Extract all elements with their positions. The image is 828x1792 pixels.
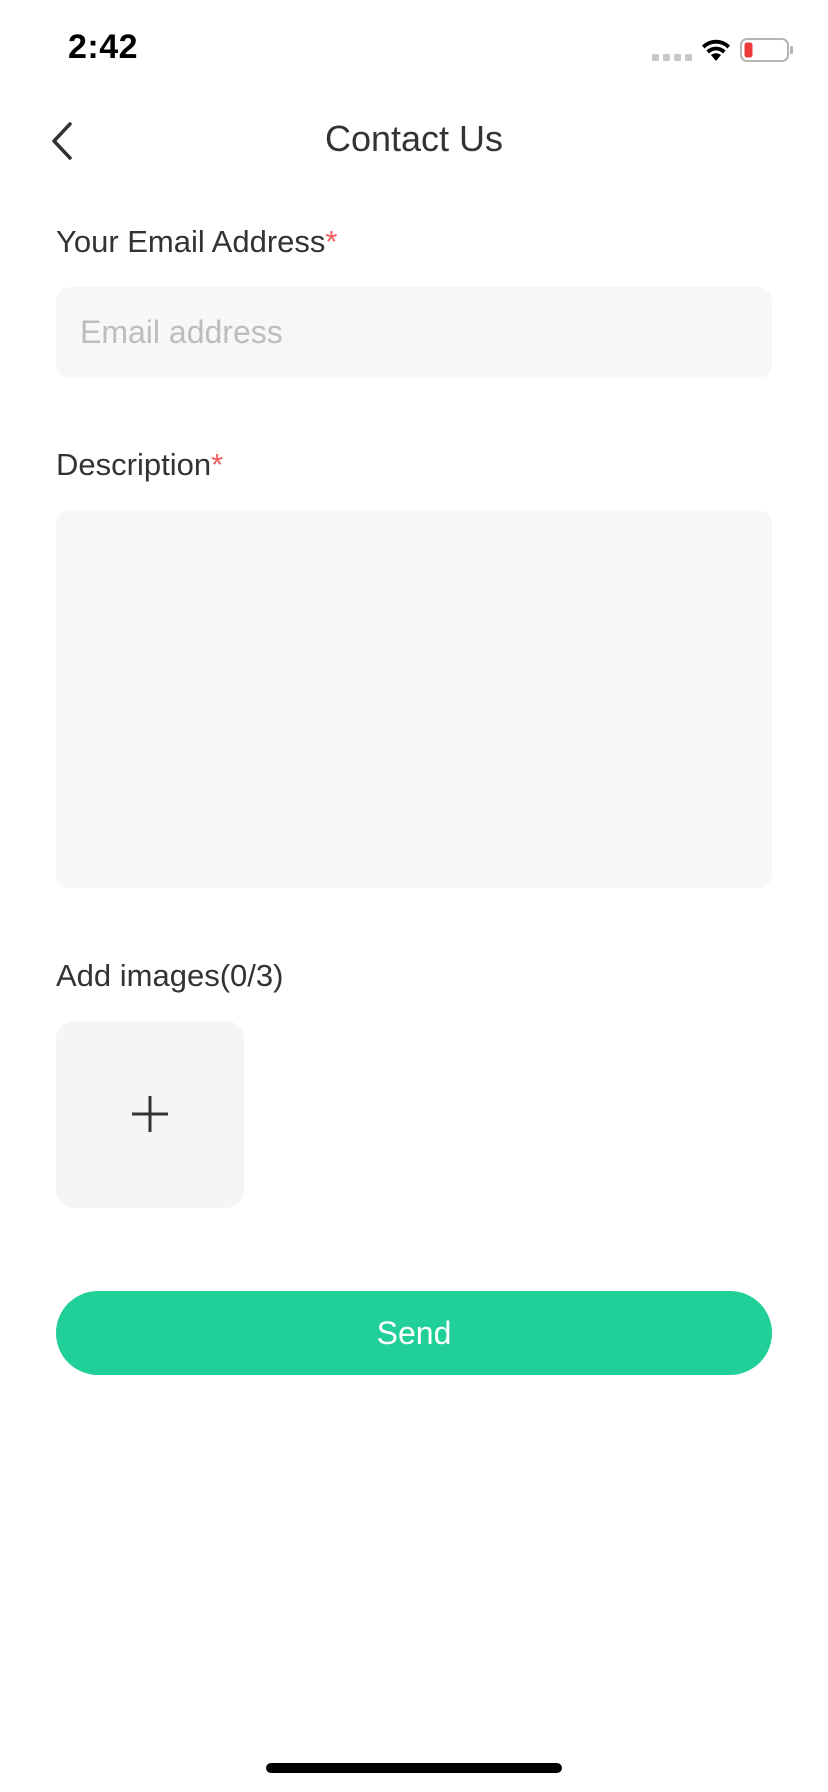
status-bar: 2:42 (0, 0, 828, 100)
description-label-text: Description (56, 447, 212, 482)
email-label-text: Your Email Address (56, 224, 326, 259)
email-required-mark: * (325, 224, 338, 259)
wifi-icon (702, 39, 730, 61)
description-label: Description* (56, 447, 223, 483)
page-title: Contact Us (324, 118, 504, 159)
battery-icon (740, 38, 793, 62)
send-button[interactable]: Send (56, 1291, 772, 1375)
plus-icon (132, 1096, 168, 1132)
nav-bar: Contact Us (0, 100, 828, 182)
add-image-button[interactable] (56, 1021, 244, 1208)
cellular-signal-icon (652, 54, 692, 61)
description-field[interactable] (56, 510, 772, 888)
home-indicator (266, 1763, 562, 1773)
email-field[interactable] (56, 287, 772, 378)
add-images-label: Add images(0/3) (56, 958, 284, 993)
email-label: Your Email Address* (56, 224, 337, 260)
status-time: 2:42 (68, 28, 139, 66)
description-required-mark: * (211, 447, 224, 482)
